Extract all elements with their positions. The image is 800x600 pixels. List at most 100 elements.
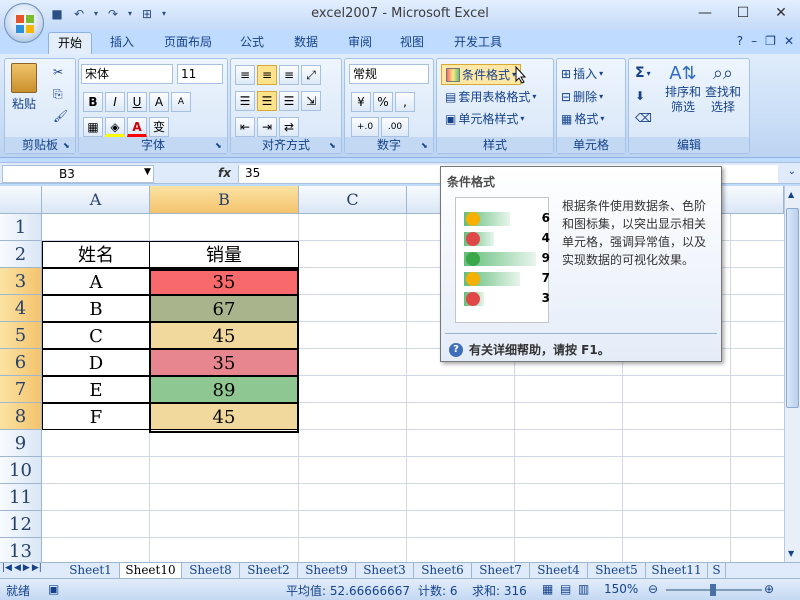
grid-cell[interactable]: [407, 457, 515, 484]
row-header[interactable]: 4: [0, 295, 42, 322]
merge-center-icon[interactable]: ⇄: [279, 117, 299, 137]
ribbon-minimize-icon[interactable]: –: [751, 34, 757, 48]
sheet-tab[interactable]: Sheet1: [62, 563, 120, 579]
sales-cell[interactable]: 35: [149, 349, 299, 376]
grid-cell[interactable]: [407, 511, 515, 538]
autosum-button[interactable]: Σ ▾: [635, 65, 651, 81]
grid-cell[interactable]: [731, 349, 784, 376]
name-cell[interactable]: B: [42, 295, 150, 322]
grid-cell[interactable]: [515, 376, 623, 403]
grid-cell[interactable]: [150, 430, 299, 457]
row-header[interactable]: 7: [0, 376, 42, 403]
row-header[interactable]: 12: [0, 511, 42, 538]
row-header[interactable]: 13: [0, 538, 42, 562]
grid-cell[interactable]: [42, 214, 150, 241]
last-sheet-icon[interactable]: ▶|: [32, 563, 42, 573]
decrease-indent-icon[interactable]: ⇤: [235, 117, 255, 137]
header-sales-cell[interactable]: 销量: [149, 241, 299, 268]
grid-cell[interactable]: [407, 430, 515, 457]
grid-cell[interactable]: [299, 430, 407, 457]
align-bottom-icon[interactable]: ≡: [279, 65, 299, 85]
grid-cell[interactable]: [42, 484, 150, 511]
name-cell[interactable]: F: [42, 403, 150, 430]
scroll-up-icon[interactable]: ▲: [788, 190, 794, 199]
grid-cell[interactable]: [407, 403, 515, 430]
grid-cell[interactable]: [515, 430, 623, 457]
grid-cell[interactable]: [731, 511, 784, 538]
comma-button[interactable]: ,: [395, 92, 415, 112]
maximize-icon[interactable]: ☐: [724, 0, 762, 26]
cut-icon[interactable]: ✂: [53, 65, 63, 79]
grid-cell[interactable]: [299, 268, 407, 295]
page-break-view-icon[interactable]: ▥: [578, 582, 589, 596]
sheet-tab[interactable]: Sheet4: [530, 563, 588, 579]
clear-icon[interactable]: ⌫: [635, 111, 652, 125]
sheet-tab[interactable]: Sheet6: [414, 563, 472, 579]
sales-cell[interactable]: 45: [149, 322, 299, 349]
name-cell[interactable]: E: [42, 376, 150, 403]
number-launcher-icon[interactable]: ⬊: [421, 141, 431, 151]
name-cell[interactable]: A: [42, 268, 150, 295]
format-as-table-button[interactable]: ▤ 套用表格格式 ▾: [445, 88, 536, 105]
scroll-down-icon[interactable]: ▼: [788, 549, 794, 558]
insert-cells-button[interactable]: ⊞ 插入 ▾: [561, 65, 603, 82]
sheet-tab[interactable]: Sheet10: [120, 563, 182, 579]
grid-cell[interactable]: [515, 511, 623, 538]
sales-cell[interactable]: 67: [149, 295, 299, 322]
grid-cell[interactable]: [731, 295, 784, 322]
orientation-icon[interactable]: ⤢: [301, 65, 321, 85]
grid-cell[interactable]: [623, 484, 731, 511]
zoom-out-icon[interactable]: ⊖: [648, 582, 658, 596]
conditional-format-button[interactable]: 条件格式 ▾: [441, 64, 522, 85]
grid-cell[interactable]: [299, 376, 407, 403]
select-all-corner[interactable]: [0, 186, 42, 214]
decrease-decimal-button[interactable]: .00: [381, 117, 409, 137]
grid-cell[interactable]: [407, 484, 515, 511]
row-header[interactable]: 2: [0, 241, 42, 268]
grid-cell[interactable]: [623, 403, 731, 430]
ribbon-restore-icon[interactable]: ❐: [765, 34, 776, 48]
office-button[interactable]: [4, 3, 44, 43]
format-painter-icon[interactable]: 🖌: [53, 109, 68, 123]
zoom-level[interactable]: 150%: [604, 582, 638, 596]
copy-icon[interactable]: ⎘: [53, 87, 63, 102]
number-format-select[interactable]: 常规: [349, 64, 429, 84]
help-icon[interactable]: ?: [737, 34, 743, 48]
minimize-icon[interactable]: —: [686, 0, 724, 26]
tab-review[interactable]: 审阅: [338, 32, 382, 54]
grid-cell[interactable]: [299, 538, 407, 562]
cell-styles-button[interactable]: ▣ 单元格样式 ▾: [445, 110, 524, 127]
sheet-tab[interactable]: Sheet2: [240, 563, 298, 579]
header-name-cell[interactable]: 姓名: [42, 241, 150, 268]
grid-cell[interactable]: [515, 403, 623, 430]
phonetic-button[interactable]: 变: [149, 117, 169, 137]
expand-formula-icon[interactable]: ⌄: [788, 166, 796, 177]
grid-cell[interactable]: [407, 376, 515, 403]
grid-cell[interactable]: [150, 538, 299, 562]
row-header[interactable]: 1: [0, 214, 42, 241]
sales-cell[interactable]: 35: [149, 268, 299, 295]
normal-view-icon[interactable]: ▦: [542, 582, 553, 596]
font-size-select[interactable]: 11: [177, 64, 223, 84]
tab-view[interactable]: 视图: [390, 32, 434, 54]
delete-cells-button[interactable]: ⊟ 删除 ▾: [561, 88, 603, 105]
tab-developer[interactable]: 开发工具: [446, 32, 510, 54]
grid-cell[interactable]: [299, 484, 407, 511]
grid-cell[interactable]: [731, 241, 784, 268]
zoom-slider-thumb[interactable]: [710, 584, 716, 596]
tab-home[interactable]: 开始: [48, 32, 92, 54]
row-header[interactable]: 8: [0, 403, 42, 430]
fill-color-icon[interactable]: ◈: [105, 117, 125, 137]
row-header[interactable]: 10: [0, 457, 42, 484]
grid-cell[interactable]: [731, 376, 784, 403]
percent-button[interactable]: %: [373, 92, 393, 112]
row-header[interactable]: 3: [0, 268, 42, 295]
row-header[interactable]: 6: [0, 349, 42, 376]
page-layout-view-icon[interactable]: ▤: [560, 582, 571, 596]
grid-cell[interactable]: [407, 538, 515, 562]
grid-cell[interactable]: [515, 484, 623, 511]
column-header-c[interactable]: C: [299, 186, 407, 214]
fill-icon[interactable]: ⬇: [635, 89, 645, 103]
grid-cell[interactable]: [623, 376, 731, 403]
grid-cell[interactable]: [731, 403, 784, 430]
